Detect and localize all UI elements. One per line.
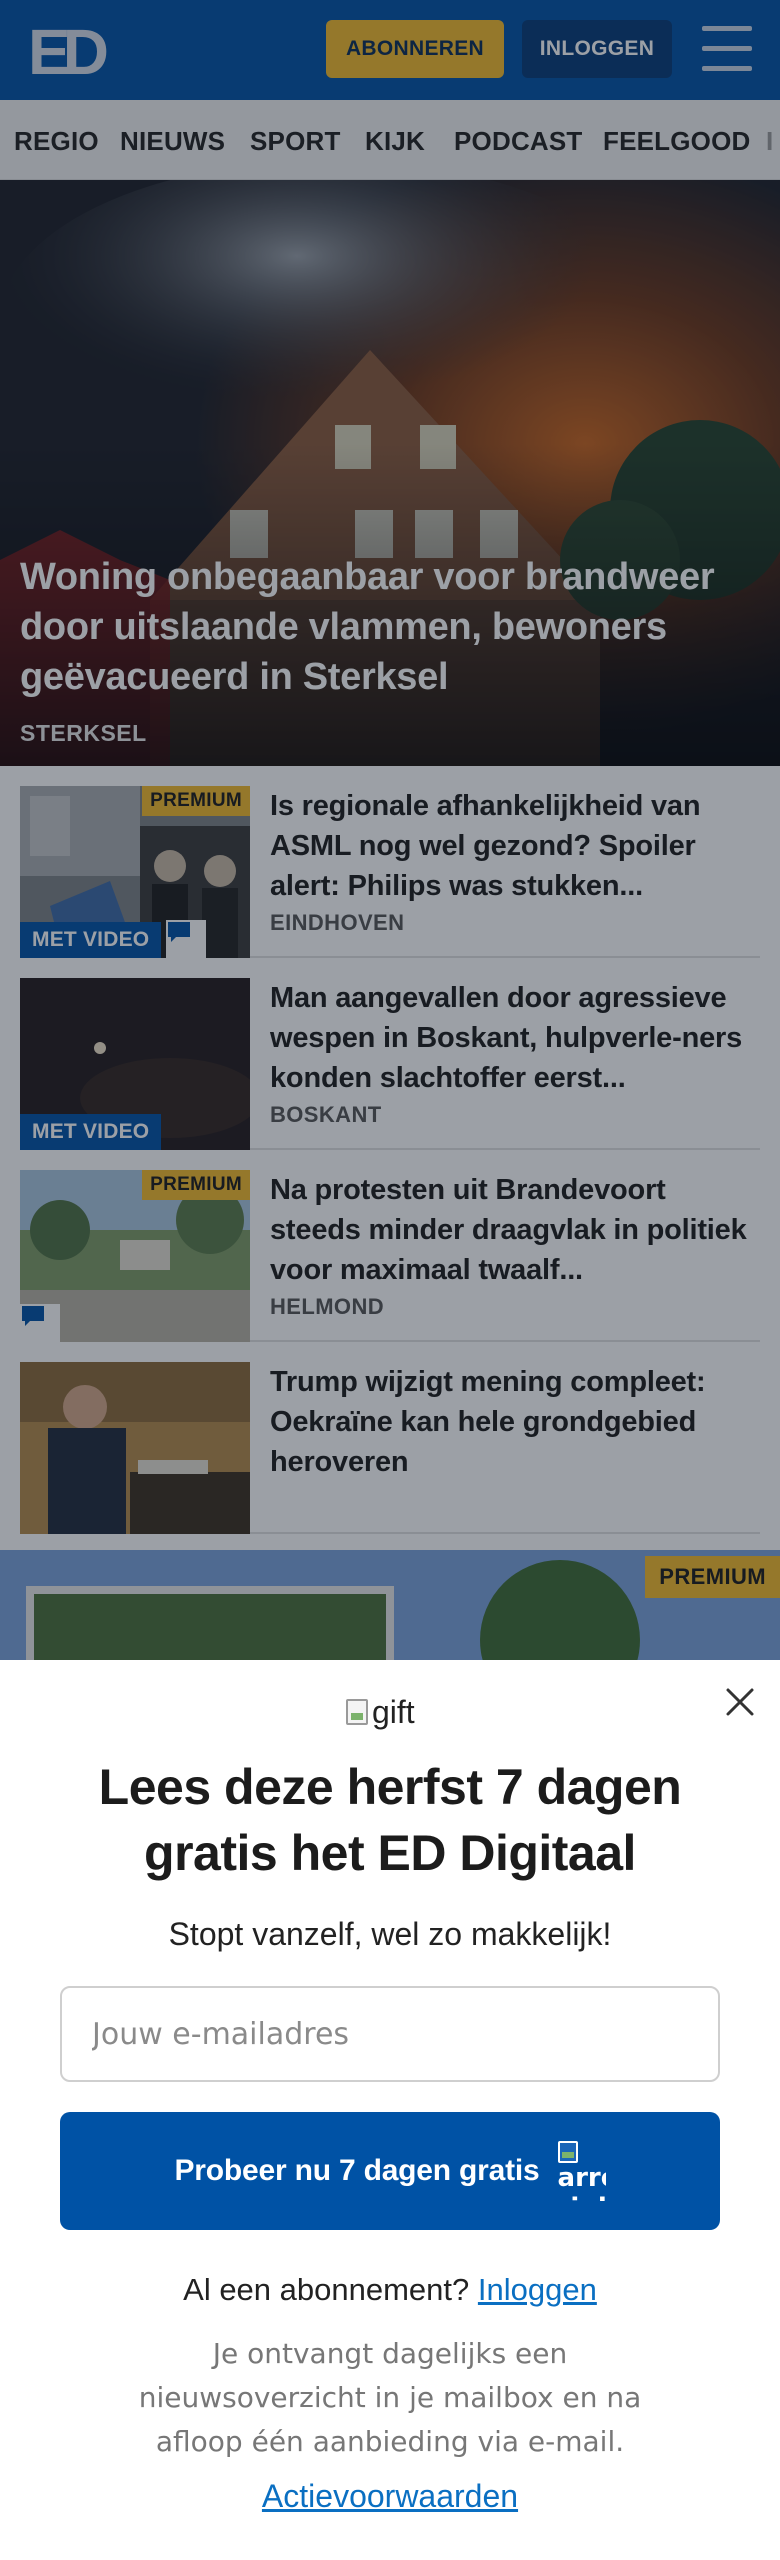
subscription-modal: gift Lees deze herfst 7 dagen gratis het… [0,1660,780,2560]
terms-link[interactable]: Actievoorwaarden [40,2478,740,2515]
newsletter-note: Je ontvangt dagelijks een nieuwsoverzich… [138,2337,642,2458]
modal-title: Lees deze herfst 7 dagen gratis het ED D… [98,1759,682,1881]
arrow-right-icon: arrow right [557,2141,606,2201]
existing-subscription-text: Al een abonnement? [183,2272,470,2307]
existing-subscription-line: Al een abonnement? Inloggen [40,2272,740,2308]
email-field[interactable] [60,1986,720,2082]
login-link[interactable]: Inloggen [478,2272,597,2307]
broken-image-icon [346,1699,368,1725]
gift-icon: gift [346,1692,436,1732]
modal-subtitle: Stopt vanzelf, wel zo makkelijk! [168,1916,612,1952]
try-free-button-label: Probeer nu 7 dagen gratis [174,2154,540,2187]
modal-backdrop[interactable] [0,0,780,1660]
close-icon[interactable] [722,1684,758,1720]
try-free-button[interactable]: Probeer nu 7 dagen gratis arrow right [60,2112,720,2230]
gift-alt-text: gift [372,1693,415,1730]
